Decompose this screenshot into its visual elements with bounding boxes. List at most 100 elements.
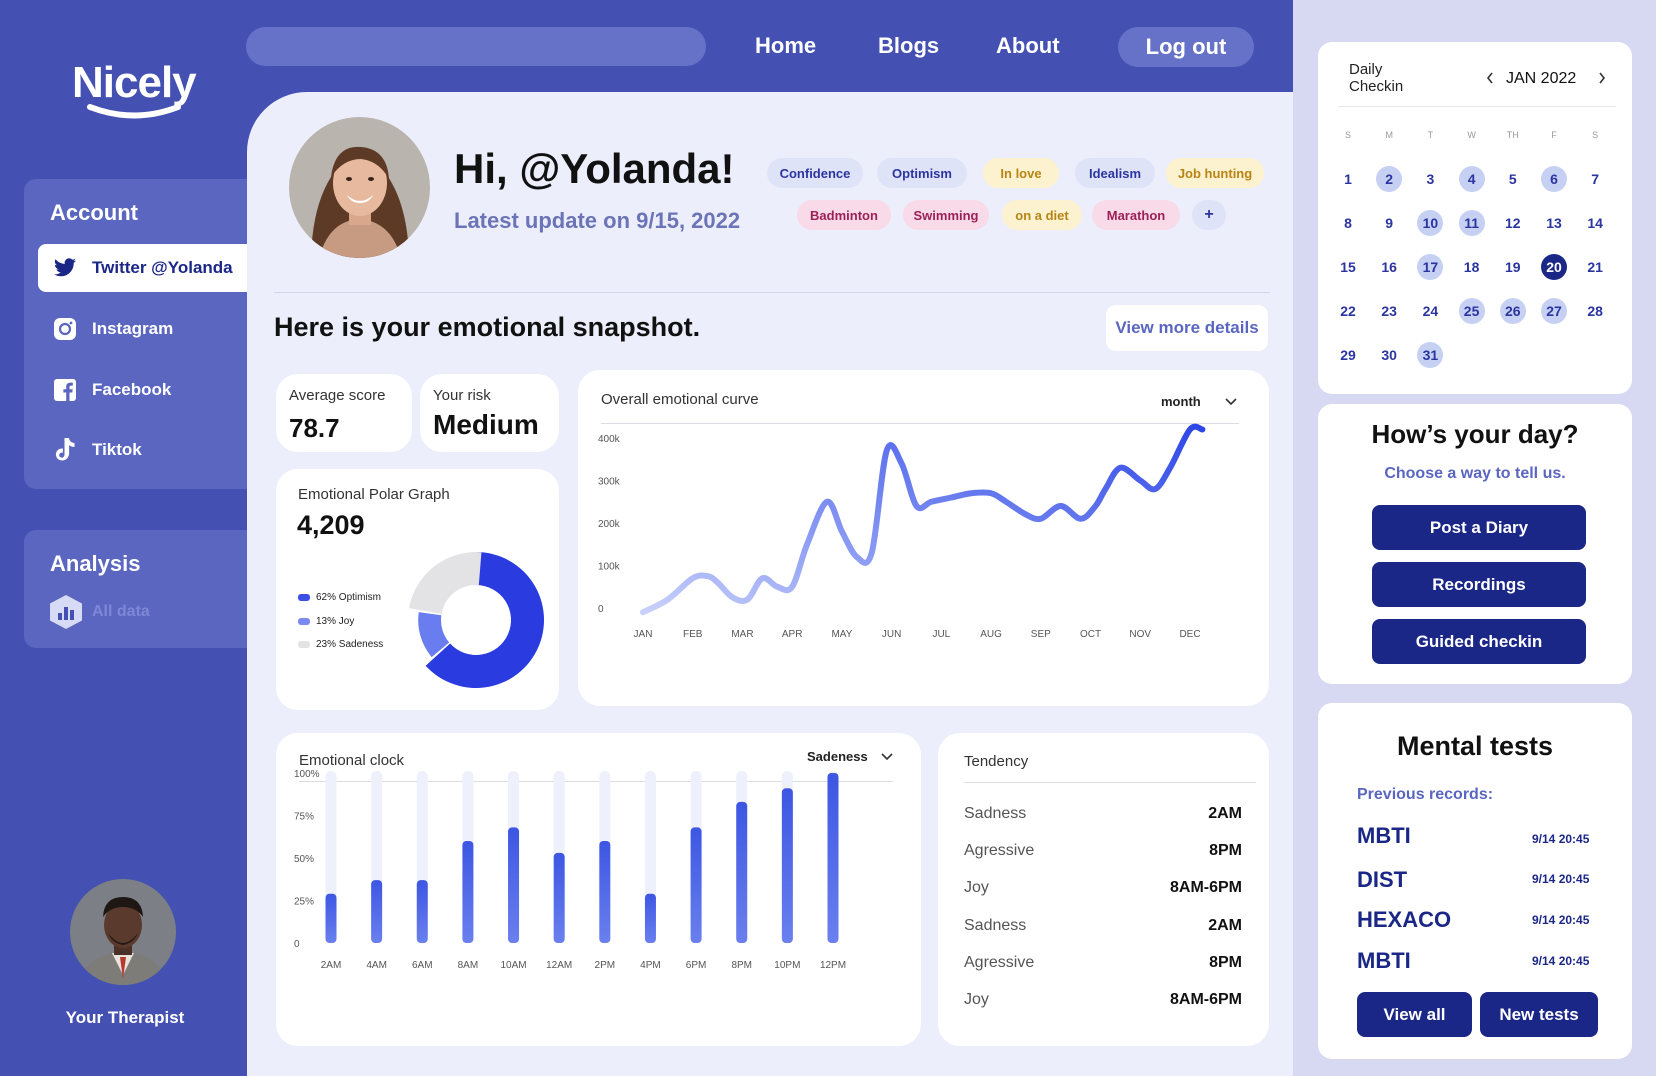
tag-confidence[interactable]: Confidence: [767, 158, 863, 188]
y-tick-label: 0: [294, 939, 300, 950]
calendar-day[interactable]: 19: [1500, 254, 1526, 280]
x-tick-label: 12AM: [546, 960, 572, 971]
tendency-row: Joy 8AM-6PM: [964, 879, 1242, 897]
tendency-time: 8AM-6PM: [1169, 879, 1242, 896]
sidebar-item-twitter[interactable]: Twitter @Yolanda: [38, 244, 248, 292]
calendar-day[interactable]: 6: [1541, 166, 1567, 192]
nav-blogs[interactable]: Blogs: [878, 33, 939, 59]
emotional-curve-chart: 0 100k 200k 300k 400k JAN FEB MAR APR MAY JUN JUL AU…: [598, 423, 1206, 640]
calendar-day[interactable]: 22: [1335, 298, 1361, 324]
recordings-button[interactable]: Recordings: [1372, 562, 1586, 607]
tag-on-a-diet[interactable]: on a diet: [1002, 200, 1082, 230]
add-tag-button[interactable]: +: [1192, 200, 1226, 230]
tendency-time: 8AM-6PM: [1169, 991, 1242, 1008]
calendar-divider: [1338, 106, 1616, 107]
tendency-row: Agressive 8PM: [964, 842, 1242, 860]
test-record-name[interactable]: MBTI: [1357, 823, 1411, 849]
donut-chart: [409, 552, 544, 688]
calendar-day[interactable]: 11: [1458, 210, 1485, 236]
tendency-emotion: Sadness: [964, 917, 1027, 934]
x-tick-label: 10PM: [774, 960, 800, 971]
calendar-day[interactable]: 1: [1335, 166, 1361, 192]
calendar-day[interactable]: 16: [1376, 254, 1402, 280]
therapist-avatar[interactable]: [70, 879, 176, 985]
bar: [736, 801, 748, 943]
tag-optimism[interactable]: Optimism: [877, 158, 967, 188]
new-tests-button[interactable]: New tests: [1480, 992, 1598, 1037]
calendar-day[interactable]: 29: [1335, 342, 1361, 368]
tag-swimming[interactable]: Swimming: [903, 200, 989, 230]
calendar-day[interactable]: 27: [1541, 298, 1567, 324]
tiktok-icon: [52, 437, 78, 463]
emotional-clock-chart: 0 25% 50% 75% 100% 2AM 4AM 6AM 8AM 10AM 12AM 2PM 4PM…: [294, 769, 846, 971]
tendency-title: Tendency: [964, 753, 1029, 770]
legend-sadeness: 23% Sadeness: [298, 639, 383, 650]
weekday-label: M: [1385, 130, 1393, 140]
tendency-emotion: Joy: [964, 879, 989, 896]
legend-joy: 13% Joy: [298, 616, 354, 627]
sidebar-item-facebook[interactable]: Facebook: [38, 366, 248, 414]
calendar-day[interactable]: 23: [1376, 298, 1402, 324]
search-bar[interactable]: [246, 27, 706, 66]
calendar-day[interactable]: 7: [1582, 166, 1608, 192]
calendar-day[interactable]: 8: [1335, 210, 1361, 236]
weekday-label: S: [1592, 130, 1599, 140]
calendar-day[interactable]: 9: [1376, 210, 1402, 236]
weekday-label: W: [1467, 130, 1476, 140]
x-tick-label: OCT: [1080, 629, 1101, 640]
calendar-day[interactable]: 4: [1458, 166, 1485, 192]
view-all-button[interactable]: View all: [1357, 992, 1472, 1037]
tag-marathon[interactable]: Marathon: [1092, 200, 1180, 230]
calendar-day[interactable]: 21: [1582, 254, 1608, 280]
calendar-day[interactable]: 12: [1500, 210, 1526, 236]
nav-about[interactable]: About: [996, 33, 1060, 59]
sidebar-item-tiktok[interactable]: Tiktok: [38, 426, 248, 474]
calendar-day[interactable]: 14: [1582, 210, 1608, 236]
guided-checkin-button[interactable]: Guided checkin: [1372, 619, 1586, 664]
tag-badminton[interactable]: Badminton: [797, 200, 891, 230]
weekday-label: T: [1427, 130, 1434, 140]
calendar-day[interactable]: 25: [1458, 298, 1485, 324]
test-record-name[interactable]: MBTI: [1357, 948, 1411, 974]
legend-label: 62% Optimism: [316, 592, 382, 603]
calendar-day[interactable]: 30: [1376, 342, 1402, 368]
post-diary-button[interactable]: Post a Diary: [1372, 505, 1586, 550]
view-more-details-button[interactable]: View more details: [1106, 305, 1268, 351]
sidebar-item-all-data[interactable]: All data: [50, 595, 150, 629]
x-tick-label: 2AM: [321, 960, 342, 971]
calendar-day[interactable]: 18: [1459, 254, 1485, 280]
tendency-row: Sadness 2AM: [964, 917, 1242, 935]
profile-avatar[interactable]: [289, 117, 430, 258]
divider: [274, 292, 1270, 293]
sidebar-item-label: Facebook: [92, 380, 172, 399]
legend-swatch: [298, 641, 310, 648]
legend-optimism: 62% Optimism: [298, 592, 381, 603]
weekday-label: F: [1551, 130, 1557, 140]
calendar-day[interactable]: 15: [1335, 254, 1361, 280]
sidebar-item-instagram[interactable]: Instagram: [38, 305, 248, 353]
logout-button[interactable]: Log out: [1118, 27, 1254, 67]
calendar-day[interactable]: 26: [1499, 298, 1526, 324]
calendar-day[interactable]: 2: [1376, 166, 1403, 192]
test-record-name[interactable]: HEXACO: [1357, 907, 1451, 933]
test-record-date: 9/14 20:45: [1532, 954, 1590, 968]
tag-in-love[interactable]: In love: [983, 158, 1059, 188]
nav-home[interactable]: Home: [755, 33, 816, 59]
tag-idealism[interactable]: Idealism: [1075, 158, 1155, 188]
therapist-label: Your Therapist: [65, 1008, 185, 1027]
sidebar-item-label: Twitter @Yolanda: [92, 258, 233, 277]
sidebar-item-label: Instagram: [92, 319, 174, 338]
calendar-day[interactable]: 20: [1541, 254, 1567, 280]
chevron-right-icon[interactable]: [1597, 71, 1607, 85]
x-tick-label: MAY: [831, 629, 852, 640]
account-title: Account: [50, 200, 138, 225]
calendar-day[interactable]: 13: [1541, 210, 1567, 236]
chevron-left-icon[interactable]: [1485, 71, 1495, 85]
x-tick-label: 6PM: [686, 960, 707, 971]
calendar-day[interactable]: 5: [1500, 166, 1526, 192]
x-tick-label: AUG: [980, 629, 1002, 640]
tag-job-hunting[interactable]: Job hunting: [1166, 158, 1264, 188]
x-tick-label: 8AM: [458, 960, 479, 971]
test-record-name[interactable]: DIST: [1357, 867, 1407, 893]
calendar-day[interactable]: 28: [1582, 298, 1608, 324]
